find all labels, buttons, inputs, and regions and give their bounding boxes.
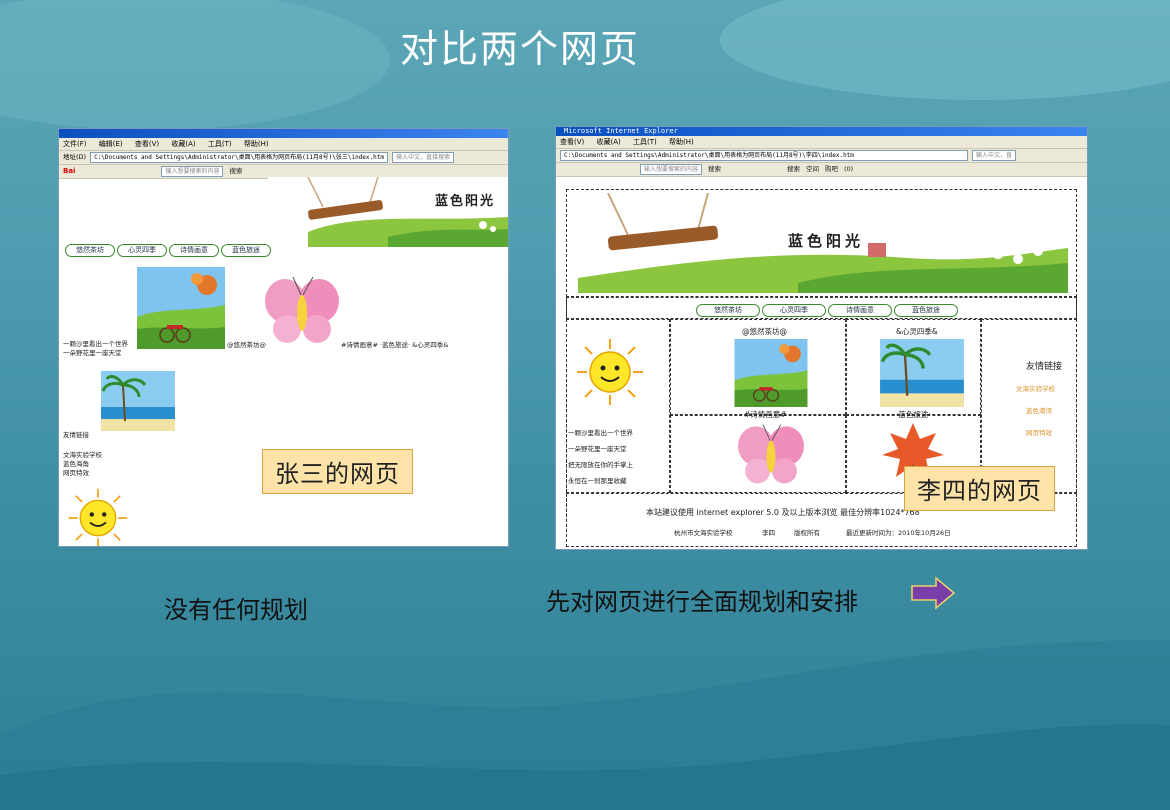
nav-item-youran[interactable]: 悠然茶坊 (65, 244, 115, 257)
link-lansehaijiao[interactable]: 蓝色海角 (63, 460, 89, 468)
address-label: 地址(D) (63, 153, 87, 161)
poem-line-4: 永恒在一刹那里收藏 (568, 477, 627, 485)
link-lansegangwan[interactable]: 蓝色港湾 (1026, 407, 1052, 415)
banner-title: 蓝色阳光 (788, 232, 865, 250)
nav-item-youran[interactable]: 悠然茶坊 (696, 304, 760, 317)
menu-tools[interactable]: 工具(T) (633, 138, 657, 146)
nav-item-lanse[interactable]: 蓝色旅途 (221, 244, 271, 257)
menu-edit[interactable]: 编辑(E) (99, 140, 123, 148)
gouba-button[interactable]: 购吧 (825, 163, 838, 176)
footer-copyright: 版权所有 (794, 529, 820, 537)
menu-tools[interactable]: 工具(T) (208, 140, 232, 148)
menu-help[interactable]: 帮助(H) (669, 138, 694, 146)
cell-title-xinling: &心灵四季& (896, 327, 938, 336)
caption-row-1: @悠然茶坊@ (227, 341, 266, 349)
address-input[interactable]: C:\Documents and Settings\Administrator\… (90, 152, 389, 163)
autumn-bike-image (137, 267, 225, 349)
menu-favorites[interactable]: 收藏(A) (597, 138, 621, 146)
footer-updated: 最近更新时间为：2010年10月26日 (846, 529, 951, 537)
search-button[interactable]: 搜索 (229, 165, 242, 178)
count-button[interactable]: (0) (844, 163, 853, 176)
space-button[interactable]: 空间 (806, 163, 819, 176)
baidu-search-input[interactable]: 输入想要搜索的内容 (161, 166, 224, 177)
cell-title-shiqing: #诗情画意# (744, 410, 787, 419)
footer-line-1: 本站建议使用 internet explorer 5.0 及以上版本浏览 最佳分… (646, 508, 920, 517)
right-address-bar: C:\Documents and Settings\Administrator\… (556, 149, 1087, 163)
sun-image (577, 339, 643, 405)
right-search-toolbar: 输入想要搜索的内容 搜索 搜索 空间 购吧 (0) (556, 163, 1087, 177)
quick-search-input[interactable]: 输入中文，直接搜索 (392, 152, 455, 163)
nav-item-lanse[interactable]: 蓝色旅途 (894, 304, 958, 317)
search-input[interactable]: 输入想要搜索的内容 (640, 164, 703, 175)
nav-item-xinling[interactable]: 心灵四季 (762, 304, 826, 317)
right-label: 李四的网页 (904, 466, 1055, 511)
cell-title-lanse: ·蓝色旅途· (896, 410, 931, 419)
butterfly-image (265, 276, 339, 343)
nav-item-xinling[interactable]: 心灵四季 (117, 244, 167, 257)
footer-school: 杭州市文海实验学校 (674, 529, 733, 537)
poem-line-2: 一朵野花里一座天堂 (63, 349, 122, 357)
banner-title: 蓝色阳光 (435, 194, 496, 209)
search-button-1[interactable]: 搜索 (708, 163, 721, 176)
link-wangyetexiao[interactable]: 网页特效 (63, 469, 89, 477)
beach-image (880, 339, 964, 407)
links-title: 友情链接 (63, 431, 89, 439)
search-button-2[interactable]: 搜索 (787, 163, 800, 176)
menu-view[interactable]: 查看(V) (135, 140, 159, 148)
menu-view[interactable]: 查看(V) (560, 138, 584, 146)
left-caption: 没有任何规划 (164, 596, 308, 624)
left-label: 张三的网页 (262, 449, 413, 494)
poem-line-1: 一颗沙里看出一个世界 (63, 340, 128, 348)
poem-line-3: 把无限放在你的手掌上 (568, 461, 633, 469)
poem-line-1: 一颗沙里看出一个世界 (568, 429, 633, 437)
links-title: 友情链接 (1026, 362, 1063, 372)
left-titlebar (59, 129, 508, 138)
left-address-bar: 地址(D) C:\Documents and Settings\Administ… (59, 151, 508, 165)
poem-line-2: 一朵野花里一座天堂 (568, 445, 627, 453)
nav-item-shiqing[interactable]: 诗情画意 (828, 304, 892, 317)
butterfly-image (738, 424, 804, 484)
banner-image (268, 177, 508, 247)
baidu-logo: Bai (63, 167, 76, 175)
cell-title-youran: @悠然茶坊@ (742, 327, 787, 336)
footer-author: 李四 (762, 529, 775, 537)
address-input[interactable]: C:\Documents and Settings\Administrator\… (560, 150, 968, 161)
arrow-right-icon[interactable] (910, 576, 956, 610)
nav-item-shiqing[interactable]: 诗情画意 (169, 244, 219, 257)
autumn-bike-image (734, 339, 808, 407)
right-menubar: 查看(V) 收藏(A) 工具(T) 帮助(H) (556, 136, 1087, 149)
menu-help[interactable]: 帮助(H) (244, 140, 269, 148)
link-wangyetexiao[interactable]: 网页特效 (1026, 429, 1052, 437)
left-menubar: 文件(F) 编辑(E) 查看(V) 收藏(A) 工具(T) 帮助(H) (59, 138, 508, 151)
right-titlebar: Microsoft Internet Explorer (556, 127, 1087, 136)
right-caption: 先对网页进行全面规划和安排 (546, 588, 858, 616)
link-wenhai[interactable]: 文海实验学校 (1016, 385, 1055, 393)
quick-search-input[interactable]: 输入中文，直 (972, 150, 1017, 161)
sun-image (68, 488, 128, 546)
menu-favorites[interactable]: 收藏(A) (171, 140, 195, 148)
caption-row-2: #诗情画意# ·蓝色旅途· &心灵四季& (341, 341, 449, 349)
beach-image (101, 371, 175, 431)
menu-file[interactable]: 文件(F) (63, 140, 87, 148)
slide-title: 对比两个网页 (399, 27, 640, 71)
link-wenhai[interactable]: 文海实验学校 (63, 451, 102, 459)
